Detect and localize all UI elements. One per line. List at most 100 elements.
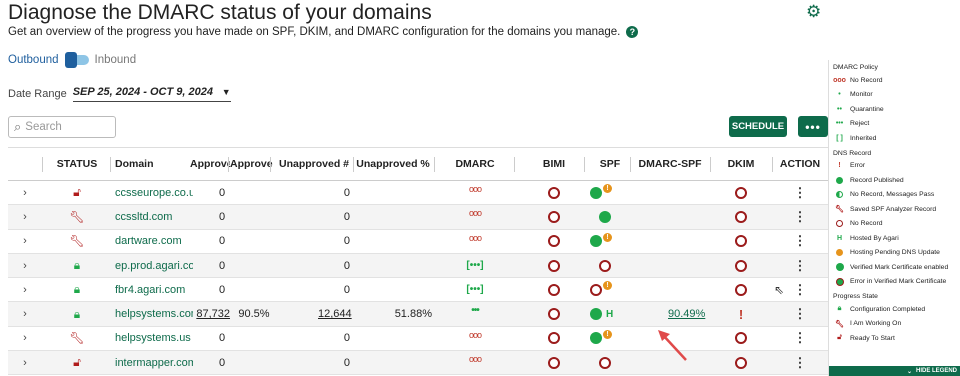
dkim-cell[interactable] [710,278,772,301]
dkim-cell[interactable] [710,327,772,350]
dmarc-cell[interactable]: ••• [436,302,514,325]
header-domain[interactable]: Domain [115,148,193,180]
dkim-cell[interactable] [710,351,772,374]
expand-chevron-icon[interactable]: › [8,230,42,253]
spf-cell[interactable] [599,205,637,228]
expand-chevron-icon[interactable]: › [8,327,42,350]
kebab-menu-icon[interactable]: ⋮ [794,282,807,298]
dmarc-cell[interactable]: ooo [436,230,514,253]
unapproved-count[interactable]: 12,644 [318,308,352,320]
inbound-label[interactable]: Inbound [95,54,137,66]
dkim-cell[interactable] [710,254,772,277]
domain-link[interactable]: ccsseurope.co.uk [115,187,193,199]
action-menu[interactable]: ⋮ [774,351,826,374]
kebab-menu-icon[interactable]: ⋮ [794,233,807,249]
bimi-cell[interactable] [515,327,593,350]
header-dkim[interactable]: DKIM [710,148,772,180]
header-unapproved-count[interactable]: Unapproved # [278,148,350,180]
dmarc-cell[interactable]: ooo [436,327,514,350]
dmarc-cell[interactable]: ooo [436,205,514,228]
header-bimi[interactable]: BIMI [515,148,593,180]
expand-chevron-icon[interactable]: › [8,181,42,204]
dmarc-cell[interactable]: ooo [436,181,514,204]
header-status[interactable]: STATUS [44,148,110,180]
header-spf[interactable]: SPF [590,148,630,180]
expand-chevron-icon[interactable]: › [8,205,42,228]
table-row[interactable]: › 🔧︎ dartware.com 0 0 ooo! ⋮ [8,230,828,254]
spf-cell[interactable]: H [590,302,628,325]
bimi-cell[interactable] [515,230,593,253]
bimi-cell[interactable] [515,351,593,374]
domain-link[interactable]: dartware.com [115,235,182,247]
expand-chevron-icon[interactable]: › [8,302,42,325]
dmarc-cell[interactable]: [•••] [436,278,514,301]
action-menu[interactable]: ⋮ [774,181,826,204]
dkim-cell[interactable] [710,181,772,204]
kebab-menu-icon[interactable]: ⋮ [794,306,807,322]
unapproved-count-cell: 0 [278,278,350,301]
messages-pass-icon [833,191,846,199]
kebab-menu-icon[interactable]: ⋮ [794,209,807,225]
table-row[interactable]: › 🔧︎ ccssltd.com 0 0 ooo ⋮ [8,205,828,230]
domain-link[interactable]: ccssltd.com [115,211,172,223]
bimi-cell[interactable] [515,278,593,301]
header-dmarc-spf[interactable]: DMARC-SPF [630,148,710,180]
dkim-cell[interactable] [710,230,772,253]
action-menu[interactable]: ⋮ [774,205,826,228]
domain-link[interactable]: intermapper.com [115,357,193,369]
domain-link[interactable]: helpsystems.com [115,308,193,320]
schedule-button[interactable]: SCHEDULE [729,116,787,137]
domain-link[interactable]: ep.prod.agari.com [115,260,193,272]
dkim-cell[interactable] [710,205,772,228]
domain-link[interactable]: helpsystems.us [115,332,191,344]
table-row[interactable]: › 🔓︎ ccsseurope.co.uk 0 0 ooo! ⋮ [8,181,828,206]
action-menu[interactable]: ⋮ [774,230,826,253]
outbound-label[interactable]: Outbound [8,54,59,66]
dkim-cell[interactable]: ! [710,302,772,325]
kebab-menu-icon[interactable]: ⋮ [794,330,807,346]
header-unapproved-pct[interactable]: Unapproved % [354,148,432,180]
search-input[interactable]: ⌕ Search [8,116,116,138]
dmarc-spf-value[interactable]: 90.49% [668,308,705,320]
action-menu[interactable]: ⋮ [774,302,826,325]
kebab-menu-icon[interactable]: ⋮ [794,185,807,201]
header-approved-count[interactable]: Approve [190,148,230,180]
hide-legend-button[interactable]: ⌄ HIDE LEGEND [829,366,960,376]
approved-count[interactable]: 87,732 [196,308,230,320]
table-row[interactable]: › 🔓︎ intermapper.com 0 0 ooo ⋮ [8,351,828,376]
help-icon[interactable]: ? [626,26,639,38]
expand-chevron-icon[interactable]: › [8,254,42,277]
domain-link[interactable]: fbr4.agari.com [115,284,185,296]
header-dmarc[interactable]: DMARC [436,148,514,180]
error-icon: ! [738,306,744,322]
dmarc-cell[interactable]: [•••] [436,254,514,277]
table-row[interactable]: › 🔒︎ fbr4.agari.com 0 0 [•••]! ⋮ [8,278,828,303]
date-range-select[interactable]: SEP 25, 2024 - OCT 9, 2024 ▼ [72,86,231,102]
table-row[interactable]: › 🔧︎ helpsystems.us 0 0 ooo! ⋮ [8,327,828,352]
table-row[interactable]: › 🔒︎ ep.prod.agari.com 0 0 [•••] ⋮ [8,253,828,279]
action-menu[interactable]: ⋮ [774,327,826,350]
expand-chevron-icon[interactable]: › [8,278,42,301]
action-menu[interactable]: ⋮ [774,254,826,277]
bimi-cell[interactable] [515,205,593,228]
table-row[interactable]: › 🔒︎ helpsystems.com 87,732 90.5% 12,644 51.88… [8,302,828,327]
spf-cell[interactable]: ! [590,230,628,253]
bimi-cell[interactable] [515,181,593,204]
kebab-menu-icon[interactable]: ⋮ [794,258,807,274]
spf-cell[interactable]: ! [590,327,628,350]
kebab-menu-icon[interactable]: ⋮ [794,355,807,371]
spf-cell[interactable] [599,254,637,277]
spf-cell[interactable]: ! [590,278,628,301]
gear-icon[interactable]: ⚙ [806,3,822,20]
spf-cell[interactable]: ! [590,181,628,204]
more-button[interactable]: ••• [798,116,828,137]
dmarc-cell[interactable]: ooo [436,351,514,374]
bimi-cell[interactable] [515,254,593,277]
page-title: Diagnose the DMARC status of your domain… [8,1,432,24]
approved-pct-cell [230,278,278,301]
expand-chevron-icon[interactable]: › [8,351,42,374]
bimi-cell[interactable] [515,302,593,325]
spf-cell[interactable] [599,351,637,374]
switch-knob[interactable] [64,52,77,68]
direction-switch[interactable] [64,52,89,68]
